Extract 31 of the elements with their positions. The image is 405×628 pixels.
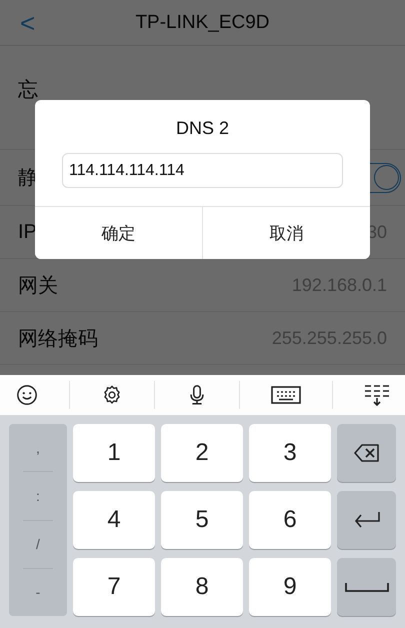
digit-key[interactable]: 9 [249, 558, 331, 616]
symbol-key[interactable]: : [23, 472, 53, 520]
dialog-button[interactable]: 取消 [202, 207, 370, 259]
backspace-key[interactable] [337, 424, 396, 482]
dialog-title: DNS 2 [174, 117, 230, 140]
digit-key[interactable]: 7 [73, 558, 155, 616]
emoji-icon[interactable] [16, 384, 38, 406]
symbol-key[interactable]: , [23, 424, 53, 472]
setting-label: 网关 [18, 274, 58, 298]
digit-key[interactable]: 1 [73, 424, 155, 482]
digit-key[interactable]: 5 [161, 491, 243, 549]
symbol-key[interactable]: / [23, 520, 53, 569]
collapse-keyboard-icon[interactable] [364, 383, 390, 407]
enter-icon [352, 511, 380, 529]
setting-label: 静 [18, 166, 38, 191]
digit-key[interactable]: 2 [161, 424, 243, 482]
digit-key[interactable]: 3 [249, 424, 331, 482]
setting-label: 忘 [18, 78, 38, 103]
digit-key[interactable]: 8 [161, 558, 243, 616]
symbol-key[interactable]: - [23, 568, 53, 616]
setting-label: 网络掩码 [18, 326, 98, 352]
space-icon [344, 582, 388, 592]
enter-key[interactable] [337, 491, 396, 549]
digit-key[interactable]: 4 [73, 491, 155, 549]
backspace-icon [354, 444, 380, 462]
window-title: TP-LINK_EC9D [135, 12, 270, 34]
keyboard-icon[interactable] [270, 385, 300, 405]
input-field[interactable]: 114.114.114.114 [62, 153, 343, 188]
space-key[interactable] [337, 558, 396, 616]
setting-label: IP [18, 220, 37, 244]
digit-key[interactable]: 6 [249, 491, 331, 549]
